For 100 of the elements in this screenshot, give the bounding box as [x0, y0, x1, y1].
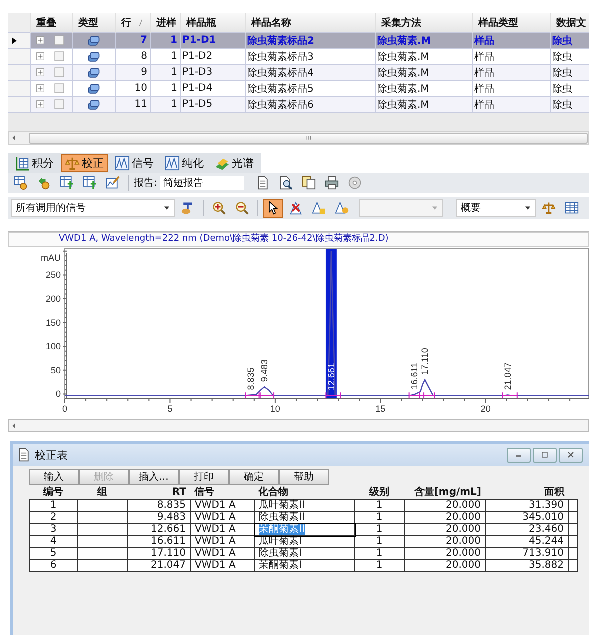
column-header[interactable]: 信号: [190, 485, 254, 500]
toolbar-button[interactable]: 打印: [179, 469, 229, 485]
column-header[interactable]: 重叠: [30, 13, 72, 32]
table-row[interactable]: 7 1 P1-D1 除虫菊素标品2 除虫菊素.M 样品 除虫: [8, 32, 589, 48]
view-dropdown[interactable]: 概要: [456, 199, 536, 217]
checkbox[interactable]: [54, 50, 64, 62]
table-cell: 20.000: [404, 548, 486, 560]
column-header[interactable]: 样品瓶: [180, 13, 245, 32]
toolbar-button[interactable]: 插入...: [129, 469, 179, 485]
cursor-button[interactable]: [263, 198, 283, 218]
table-cell: 9: [115, 64, 150, 80]
zoom-out-icon: [235, 201, 249, 215]
axis-tick-label: 5: [168, 404, 173, 414]
table-cell[interactable]: 除虫菊素II: [254, 512, 354, 524]
cursor-icon: [266, 201, 280, 215]
table-cell: 45.244: [486, 536, 568, 548]
expand-icon[interactable]: [36, 68, 44, 77]
expand-icon[interactable]: [36, 100, 44, 109]
column-header[interactable]: 样品类型: [472, 13, 550, 32]
tab[interactable]: 积分: [11, 154, 58, 172]
table-cell: VWD1 A: [190, 524, 254, 536]
peak-add-icon: [312, 201, 326, 215]
chart-pencil-icon: [106, 176, 120, 190]
column-header[interactable]: 样品名称: [245, 13, 375, 32]
checkbox[interactable]: [54, 98, 64, 110]
tab[interactable]: 信号: [111, 154, 158, 172]
document-icon: [256, 176, 270, 190]
table-cell: 样品: [472, 96, 550, 112]
column-header[interactable]: 编号: [30, 485, 78, 500]
checkbox[interactable]: [54, 34, 64, 46]
column-header[interactable]: 化合物: [254, 485, 354, 500]
table-cell: 1: [150, 96, 180, 112]
tab[interactable]: 校正: [61, 154, 108, 172]
table-plus-icon: [83, 176, 97, 190]
chart-table-icon: [15, 156, 30, 170]
column-header[interactable]: 进样: [150, 13, 180, 32]
tab[interactable]: 光谱: [211, 154, 258, 172]
column-header[interactable]: 含量[mg/mL]: [404, 485, 486, 500]
table-cell: 样品: [472, 64, 550, 80]
column-header[interactable]: 采集方法: [375, 13, 472, 32]
table-row[interactable]: 11 1 P1-D5 除虫菊素标品6 除虫菊素.M 样品 除虫: [8, 96, 589, 112]
table-cell: 1: [150, 64, 180, 80]
minimize-button[interactable]: [507, 448, 531, 462]
expand-icon[interactable]: [36, 84, 44, 93]
scrollbar-thumb[interactable]: [29, 132, 588, 144]
chart-title: VWD1 A, Wavelength=222 nm (Demo\除虫菊素 10-26-42\除虫菊素标品2.D): [8, 232, 589, 247]
zoom-in-icon: [212, 201, 226, 215]
table-cell: 9.483: [128, 512, 190, 524]
table-cell: VWD1 A: [190, 560, 254, 572]
axis-tick-label: 20: [480, 404, 491, 414]
table-cell: 12.661: [128, 524, 190, 536]
column-header[interactable]: 级别: [354, 485, 404, 500]
scale-arrow-icon: [37, 176, 51, 190]
table-cell: VWD1 A: [190, 548, 254, 560]
table-cell: 除虫菊素.M: [375, 32, 472, 48]
column-header[interactable]: 数据文: [550, 13, 589, 32]
table-cell[interactable]: 除虫菊素I: [254, 548, 354, 560]
expand-icon[interactable]: [36, 36, 44, 45]
report-label: 报告:: [134, 176, 158, 190]
table-cell: P1-D5: [180, 96, 245, 112]
table-cell: VWD1 A: [190, 512, 254, 524]
table-cell: P1-D1: [180, 32, 245, 48]
table-cell[interactable]: 茉酮菊素I: [254, 560, 354, 572]
table-cell: 713.910: [486, 548, 568, 560]
scale-icon: [542, 201, 556, 215]
expand-icon[interactable]: [36, 52, 44, 61]
toolbar-button[interactable]: 输入: [29, 469, 79, 485]
axis-tick-label: 0: [56, 389, 61, 400]
table-cell[interactable]: 瓜叶菊素II: [254, 500, 354, 512]
signal-icon: [115, 156, 130, 170]
table-cell: P1-D3: [180, 64, 245, 80]
tab[interactable]: 纯化: [161, 154, 208, 172]
table-row[interactable]: 9 1 P1-D3 除虫菊素标品4 除虫菊素.M 样品 除虫: [8, 64, 589, 80]
toolbar-button[interactable]: 确定: [229, 469, 279, 485]
signal-dropdown[interactable]: 所有调用的信号: [11, 199, 175, 217]
close-button[interactable]: [559, 448, 583, 462]
column-header[interactable]: 面积: [486, 485, 568, 500]
horizontal-scrollbar[interactable]: [8, 131, 589, 145]
axis-tick-label: 0: [62, 404, 68, 414]
column-header[interactable]: RT: [128, 485, 190, 500]
checkbox[interactable]: [54, 66, 64, 78]
table-cell: 除虫: [550, 96, 589, 112]
report-field[interactable]: 简短报告: [160, 176, 244, 190]
maximize-icon: [539, 450, 551, 460]
table-add-icon: [60, 176, 74, 190]
toolbar-button[interactable]: 帮助: [279, 469, 329, 485]
paint-icon: [181, 201, 195, 215]
table-cell: 样品: [472, 32, 550, 48]
table-cell: 除虫: [550, 32, 589, 48]
close-icon: [565, 450, 577, 460]
table-cell: 20.000: [404, 500, 486, 512]
horizontal-scrollbar[interactable]: [8, 419, 589, 432]
table-cell: 1: [354, 500, 404, 512]
table-cell: 16.611: [128, 536, 190, 548]
maximize-button[interactable]: [533, 448, 557, 462]
checkbox[interactable]: [54, 82, 64, 94]
column-header[interactable]: 组: [78, 485, 128, 500]
table-cell: 23.460: [486, 524, 568, 536]
column-header[interactable]: 类型: [72, 13, 115, 32]
table-cell: 1: [354, 560, 404, 572]
